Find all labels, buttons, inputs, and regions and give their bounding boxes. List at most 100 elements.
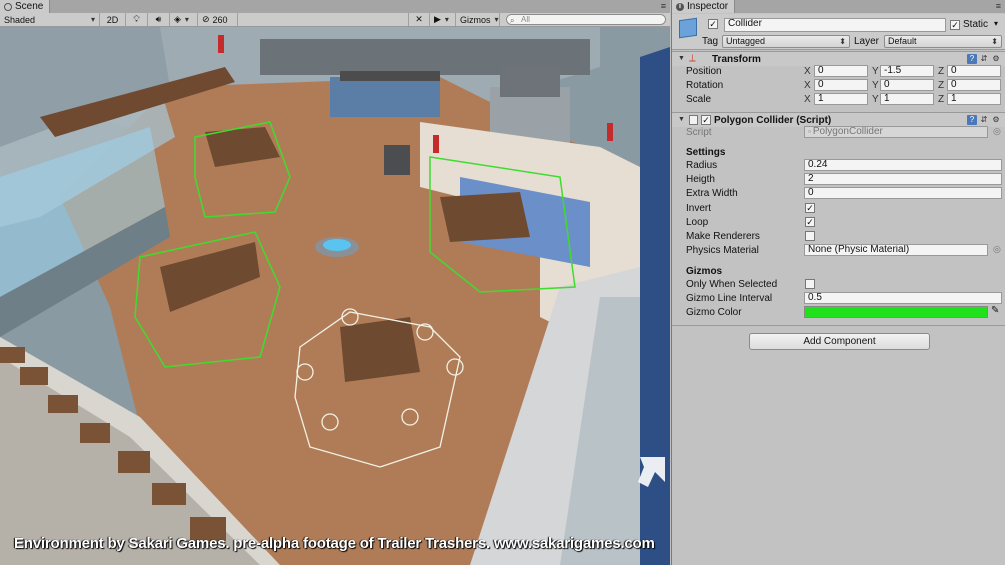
static-checkbox[interactable]: ✓ [950,20,960,30]
physics-material-field[interactable]: None (Physic Material) [804,244,988,256]
object-name: Collider [728,18,762,29]
loop-label: Loop [686,217,709,228]
layer-dropdown[interactable]: Default [884,35,1002,48]
gizmo-color-label: Gizmo Color [686,307,742,318]
extra-width-value: 0 [808,187,814,198]
camera-icon: ▶ [434,14,441,24]
shading-mode-label: Shaded [4,14,36,25]
tab-scene[interactable]: Scene [0,0,51,13]
make-renderers-checkbox[interactable] [805,231,815,241]
object-picker-icon[interactable]: ◎ [993,244,1001,255]
settings-header: Settings [686,147,726,158]
position-y-field[interactable]: -1.5 [880,65,934,77]
search-placeholder: All [521,15,530,24]
scene-tab-bar: Scene ≡ [0,0,670,13]
transform-icon: ⟂ [689,53,696,64]
script-field: ▫ PolygonCollider [804,126,988,138]
position-label: Position [686,66,722,77]
rotation-x-value: 0 [818,79,824,90]
static-dropdown-icon[interactable]: ▾ [994,19,998,28]
2d-toggle-label: 2D [106,14,119,25]
rotation-y-value: 0 [884,79,890,90]
shading-mode-dropdown[interactable]: Shaded [0,13,100,26]
extra-width-label: Extra Width [686,188,738,199]
help-book-icon[interactable]: ? [967,54,977,64]
help-book-icon[interactable]: ? [967,115,977,125]
scale-label: Scale [686,94,712,105]
eyedropper-icon[interactable]: ✎ [991,305,999,316]
scene-viewport[interactable]: Environment by Sakari Games. pre-alpha f… [0,27,670,565]
position-z-field[interactable]: 0 [947,65,1001,77]
layer-value: Default [888,36,917,46]
scene-panel: Scene ≡ Shaded 2D 💡︎ 🔊︎ ◈ ⊘ 260 [0,0,670,565]
position-y-axis: Y [872,66,879,77]
tab-inspector-label: Inspector [687,1,729,12]
effects-icon: ◈ [174,14,181,24]
inspector-tab-bar: i Inspector ≡ [672,0,1005,13]
radius-field[interactable]: 0.24 [804,159,1002,171]
height-field[interactable]: 2 [804,173,1002,185]
extra-width-field[interactable]: 0 [804,187,1002,199]
layer-label: Layer [854,36,880,47]
object-active-checkbox[interactable]: ✓ [708,19,718,29]
only-when-selected-checkbox[interactable] [805,279,815,289]
inspector-panel: i Inspector ≡ ✓ Collider ✓ Static ▾ Tag … [671,0,1005,565]
script-file-icon: ▫ [808,127,811,136]
transform-header[interactable]: ▼ ⟂ Transform ? ⇵ ⚙ [672,51,1005,66]
video-caption: Environment by Sakari Games. pre-alpha f… [14,535,655,552]
panel-menu-icon[interactable]: ≡ [661,1,666,11]
scale-y-field[interactable]: 1 [880,93,934,105]
static-label: Static [963,19,989,30]
gameobject-cube-icon [679,17,697,39]
gizmos-header: Gizmos [686,266,723,277]
fold-arrow-icon[interactable]: ▼ [678,55,685,62]
audio-toggle-button[interactable]: 🔊︎ [148,13,170,26]
eye-slash-icon: ⊘ [202,14,210,24]
object-name-field[interactable]: Collider [724,18,946,32]
script-icon [689,115,698,125]
position-x-value: 0 [818,65,824,76]
rotation-z-field[interactable]: 0 [947,79,1001,91]
scene-search-input[interactable]: ⌕ All [506,14,666,25]
rotation-x-field[interactable]: 0 [814,79,868,91]
loop-checkbox[interactable]: ✓ [805,217,815,227]
hidden-objects-toggle[interactable]: ⊘ 260 [198,13,238,26]
make-renderers-label: Make Renderers [686,231,760,242]
camera-dropdown[interactable]: ▶ [430,13,456,26]
speaker-icon: 🔊︎ [155,14,162,24]
gizmo-color-field[interactable] [804,306,988,318]
effects-dropdown[interactable]: ◈ [170,13,198,26]
transform-title: Transform [712,54,761,65]
tab-inspector[interactable]: i Inspector [672,0,736,13]
gear-icon[interactable]: ⚙ [991,115,1001,125]
position-z-axis: Z [938,66,945,77]
gear-icon[interactable]: ⚙ [991,54,1001,64]
unity-editor: Scene ≡ Shaded 2D 💡︎ 🔊︎ ◈ ⊘ 260 [0,0,1005,565]
add-component-button[interactable]: Add Component [749,333,930,350]
position-x-field[interactable]: 0 [814,65,868,77]
rotation-z-axis: Z [938,80,945,91]
gizmos-dropdown[interactable]: Gizmos [456,13,500,26]
presets-icon[interactable]: ⇵ [979,54,989,64]
tag-label: Tag [702,36,719,47]
object-picker-icon[interactable]: ◎ [993,126,1001,137]
scene-tools-button[interactable]: ✕ [408,13,430,26]
tag-dropdown[interactable]: Untagged [722,35,850,48]
rotation-y-field[interactable]: 0 [880,79,934,91]
hidden-count: 260 [212,14,228,25]
scale-x-axis: X [804,94,811,105]
gizmo-line-interval-field[interactable]: 0.5 [804,292,1002,304]
position-y-value: -1.5 [884,65,902,76]
polygon-collider-header[interactable]: ▼ ✓ Polygon Collider (Script) ? ⇵ ⚙ [672,112,1005,127]
invert-checkbox[interactable]: ✓ [805,203,815,213]
presets-icon[interactable]: ⇵ [979,115,989,125]
inspector-menu-icon[interactable]: ≡ [996,1,1001,11]
lighting-toggle-button[interactable]: 💡︎ [126,13,148,26]
component-enabled-checkbox[interactable]: ✓ [701,115,711,125]
scale-x-field[interactable]: 1 [814,93,868,105]
2d-toggle-button[interactable]: 2D [100,13,126,26]
scale-z-field[interactable]: 1 [947,93,1001,105]
tools-icon: ✕ [415,14,423,24]
fold-arrow-icon[interactable]: ▼ [678,116,685,123]
rotation-z-value: 0 [951,79,957,90]
